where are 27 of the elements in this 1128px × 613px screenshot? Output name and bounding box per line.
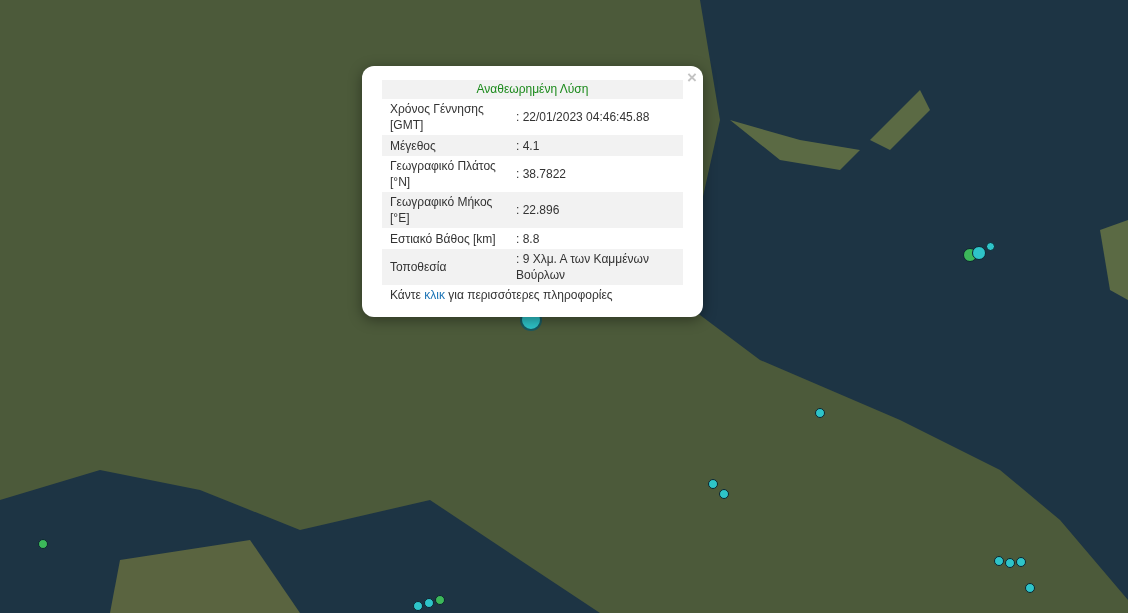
more-info-link[interactable]: κλικ	[424, 288, 445, 302]
earthquake-marker[interactable]	[994, 556, 1004, 566]
earthquake-marker[interactable]	[1005, 558, 1015, 568]
field-value: : 38.7822	[516, 166, 568, 182]
earthquake-marker[interactable]	[1025, 583, 1035, 593]
field-label: Γεωγραφικό Πλάτος [°N]	[390, 158, 497, 190]
field-label: Γεωγραφικό Μήκος [°E]	[390, 194, 494, 226]
field-value: : 9 Χλμ. Α των Καμμένων Βούρλων	[516, 251, 650, 283]
field-label: Εστιακό Βάθος [km]	[390, 230, 497, 247]
earthquake-marker[interactable]	[815, 408, 825, 418]
earthquake-marker[interactable]	[435, 595, 445, 605]
popup-title: Αναθεωρημένη Λύση	[382, 80, 683, 99]
earthquake-marker[interactable]	[985, 241, 995, 251]
field-label: Τοποθεσία	[390, 259, 448, 275]
earthquake-marker[interactable]	[424, 598, 434, 608]
earthquake-marker[interactable]	[38, 539, 48, 549]
earthquake-marker[interactable]	[708, 479, 718, 489]
field-value: : 22/01/2023 04:46:45.88	[516, 109, 651, 125]
field-value: : 8.8	[516, 230, 541, 247]
earthquake-marker[interactable]	[719, 489, 729, 499]
more-info-text: Κάντε κλικ για περισσότερες πληροφορίες	[390, 287, 614, 303]
earthquake-marker[interactable]	[1016, 557, 1026, 567]
field-label: Χρόνος Γέννησης [GMT]	[390, 101, 485, 133]
field-value: : 4.1	[516, 137, 541, 154]
earthquake-marker[interactable]	[413, 601, 423, 611]
field-label: Μέγεθος	[390, 137, 437, 154]
field-value: : 22.896	[516, 202, 561, 218]
